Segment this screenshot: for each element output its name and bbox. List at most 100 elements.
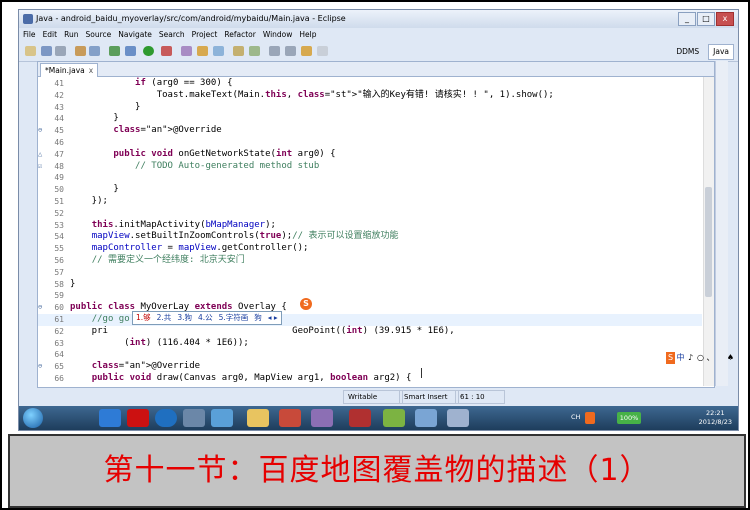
code-line[interactable]: 66 public void draw(Canvas arg0, MapView… bbox=[38, 373, 702, 385]
eclipse-window: Java - android_baidu_myoverlay/src/com/a… bbox=[18, 9, 739, 431]
run-icon[interactable] bbox=[143, 46, 154, 56]
code-line[interactable]: ⊖ 45 class="an">@Override bbox=[38, 125, 702, 137]
menu-project[interactable]: Project bbox=[192, 28, 218, 42]
ime-sound-icon[interactable]: ♪ bbox=[686, 352, 695, 364]
forward-icon[interactable] bbox=[317, 46, 328, 56]
android-taskbar-icon[interactable] bbox=[383, 409, 405, 427]
android-icon[interactable] bbox=[109, 46, 120, 56]
open-folder-icon[interactable] bbox=[197, 46, 208, 56]
overview-ruler[interactable] bbox=[715, 61, 728, 386]
minimize-button[interactable]: _ bbox=[678, 12, 696, 26]
code-line[interactable]: 59 bbox=[38, 290, 702, 302]
code-text: public void draw(Canvas arg0, MapView ar… bbox=[91, 373, 412, 383]
code-area[interactable]: 41 if (arg0 == 300) {42 Toast.makeText(M… bbox=[38, 78, 714, 386]
code-line[interactable]: 53 this.initMapActivity(bMapManager); bbox=[38, 220, 702, 232]
ime-candidate[interactable]: 2.共 bbox=[157, 312, 172, 324]
tab-main-java[interactable]: *Main.java x bbox=[40, 63, 99, 77]
clock[interactable]: 22:21 2012/8/23 bbox=[699, 406, 732, 430]
ime-logo-icon[interactable]: S bbox=[666, 352, 675, 364]
code-text: this.initMapActivity(bMapManager); bbox=[91, 219, 276, 230]
sogou-tray-icon[interactable] bbox=[585, 412, 595, 424]
code-text: if (arg0 == 300) { bbox=[135, 78, 233, 88]
code-line[interactable]: 57 bbox=[38, 267, 702, 279]
code-line[interactable]: △ 47 public void onGetNetworkState(int ar… bbox=[38, 149, 702, 161]
menu-refactor[interactable]: Refactor bbox=[224, 28, 255, 42]
external-tools-icon[interactable] bbox=[161, 46, 172, 56]
line-number: 47 bbox=[54, 149, 64, 159]
tool-icon[interactable] bbox=[415, 409, 437, 427]
code-line[interactable]: 62 pri GeoPoint((int) (39.915 * 1E6), bbox=[38, 326, 702, 338]
menu-navigate[interactable]: Navigate bbox=[118, 28, 152, 42]
code-line[interactable]: 42 Toast.makeText(Main.this, class="st">… bbox=[38, 90, 702, 102]
start-button[interactable] bbox=[23, 408, 43, 428]
code-line[interactable]: 41 if (arg0 == 300) { bbox=[38, 78, 702, 90]
perspective-java[interactable]: Java bbox=[708, 44, 734, 60]
code-line[interactable]: 64 bbox=[38, 349, 702, 361]
battery-indicator[interactable]: 100% bbox=[617, 412, 641, 424]
opera-icon[interactable] bbox=[127, 409, 149, 427]
perspective-ddms[interactable]: DDMS bbox=[671, 44, 704, 60]
folder-icon[interactable] bbox=[247, 409, 269, 427]
code-line[interactable]: 63 (int) (116.404 * 1E6)); bbox=[38, 338, 702, 350]
lang-indicator[interactable]: CH bbox=[571, 413, 580, 421]
ime-candidate[interactable]: 1.够 bbox=[136, 312, 151, 324]
prev-annotation-icon[interactable] bbox=[285, 46, 296, 56]
back-icon[interactable] bbox=[301, 46, 312, 56]
k-app-icon[interactable] bbox=[155, 409, 177, 427]
code-line[interactable]: 44 } bbox=[38, 113, 702, 125]
media-icon[interactable] bbox=[183, 409, 205, 427]
window-app-icon[interactable] bbox=[447, 409, 469, 427]
maximize-button[interactable]: □ bbox=[697, 12, 715, 26]
annotation-icon[interactable] bbox=[249, 46, 260, 56]
menu-source[interactable]: Source bbox=[85, 28, 111, 42]
scrollbar-thumb[interactable] bbox=[705, 187, 712, 297]
code-line[interactable]: 49 bbox=[38, 172, 702, 184]
ime-candidate[interactable]: 5.字符画 bbox=[219, 312, 249, 324]
menu-run[interactable]: Run bbox=[64, 28, 78, 42]
open-type-icon[interactable] bbox=[75, 46, 86, 56]
print-icon[interactable] bbox=[55, 46, 66, 56]
new-icon[interactable] bbox=[25, 46, 36, 56]
code-line[interactable]: 50 } bbox=[38, 184, 702, 196]
editor-scrollbar[interactable] bbox=[703, 77, 714, 386]
ime-candidate[interactable]: 狗 bbox=[254, 312, 262, 324]
sdk-manager-icon[interactable] bbox=[89, 46, 100, 56]
debug-icon[interactable] bbox=[125, 46, 136, 56]
code-line[interactable]: 56 // 需要定义一个经纬度: 北京天安门 bbox=[38, 255, 702, 267]
menu-help[interactable]: Help bbox=[299, 28, 316, 42]
ime-punct-icon[interactable]: 、 bbox=[706, 352, 715, 364]
code-line[interactable]: 54 mapView.setBuiltInZoomControls(true);… bbox=[38, 231, 702, 243]
code-line[interactable]: ☑ 48 // TODO Auto-generated method stub bbox=[38, 161, 702, 173]
code-line[interactable]: 55 mapController = mapView.getController… bbox=[38, 243, 702, 255]
code-line[interactable]: ⊖ 65 class="an">@Override bbox=[38, 361, 702, 373]
code-line[interactable]: 46 bbox=[38, 137, 702, 149]
tab-close-icon[interactable]: x bbox=[89, 66, 93, 75]
code-line[interactable]: 43 } bbox=[38, 102, 702, 114]
plane-app-icon[interactable] bbox=[211, 409, 233, 427]
menu-window[interactable]: Window bbox=[263, 28, 293, 42]
ime-candidate[interactable]: 3.狗 bbox=[177, 312, 192, 324]
ie-icon[interactable] bbox=[99, 409, 121, 427]
code-line[interactable]: 52 bbox=[38, 208, 702, 220]
save-icon[interactable] bbox=[41, 46, 52, 56]
pin-icon[interactable] bbox=[233, 46, 244, 56]
menu-edit[interactable]: Edit bbox=[43, 28, 58, 42]
windows-taskbar: CH 100% 22:21 2012/8/23 bbox=[19, 406, 738, 430]
ime-lang-toggle[interactable]: 中 bbox=[676, 352, 685, 364]
ime-tools-icon[interactable]: ♩ bbox=[736, 352, 738, 364]
code-line[interactable]: 51 }); bbox=[38, 196, 702, 208]
ime-fullwidth-icon[interactable]: ○ bbox=[696, 352, 705, 364]
search-icon[interactable] bbox=[213, 46, 224, 56]
eclipse-taskbar-icon[interactable] bbox=[311, 409, 333, 427]
code-text: } bbox=[70, 101, 141, 112]
menu-search[interactable]: Search bbox=[159, 28, 185, 42]
close-button[interactable]: x bbox=[716, 12, 734, 26]
menu-file[interactable]: File bbox=[23, 28, 36, 42]
red-app-icon[interactable] bbox=[349, 409, 371, 427]
ime-page-arrows[interactable]: ◂ ▸ bbox=[268, 312, 278, 324]
ime-candidate[interactable]: 4.公 bbox=[198, 312, 213, 324]
new-class-icon[interactable] bbox=[181, 46, 192, 56]
powerpoint-icon[interactable] bbox=[279, 409, 301, 427]
next-annotation-icon[interactable] bbox=[269, 46, 280, 56]
code-line[interactable]: 58} bbox=[38, 279, 702, 291]
